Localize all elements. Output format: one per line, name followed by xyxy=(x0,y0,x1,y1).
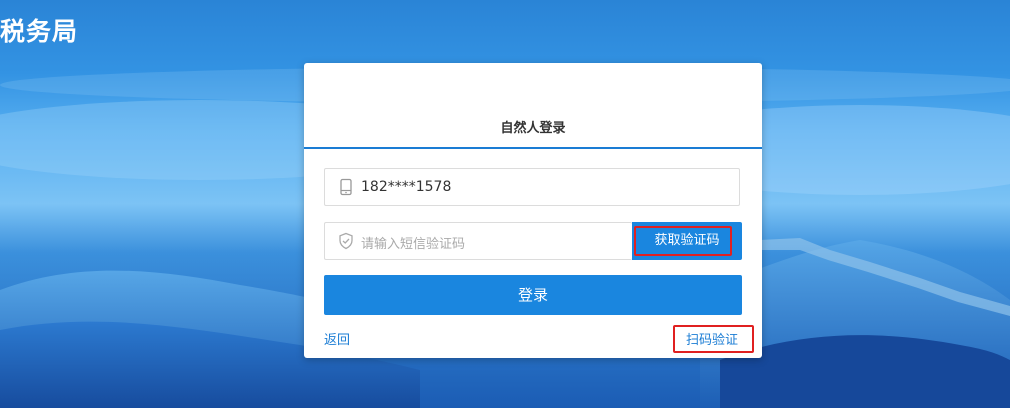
scan-verify-link[interactable]: 扫码验证 xyxy=(686,329,738,348)
get-code-button[interactable]: 获取验证码 xyxy=(632,222,742,260)
site-title: 税务局 xyxy=(0,17,79,46)
login-button[interactable]: 登录 xyxy=(324,275,742,315)
login-title: 自然人登录 xyxy=(500,121,566,136)
phone-icon xyxy=(340,178,352,196)
sms-code-input[interactable]: 请输入短信验证码 xyxy=(324,222,632,260)
sms-placeholder: 请输入短信验证码 xyxy=(361,237,466,252)
card-header: 自然人登录 xyxy=(304,63,762,149)
phone-value: 182****1578 xyxy=(361,179,452,195)
shield-check-icon xyxy=(339,232,353,250)
phone-field[interactable]: 182****1578 xyxy=(324,168,740,206)
login-card: 自然人登录 182****1578 请输入短信验证码 获取验证码 登录 返回 扫… xyxy=(304,63,762,358)
back-link[interactable]: 返回 xyxy=(324,329,350,348)
login-page: 税务局 自然人登录 182****1578 请输入短信验证码 获取验证码 登录 … xyxy=(0,0,1010,408)
